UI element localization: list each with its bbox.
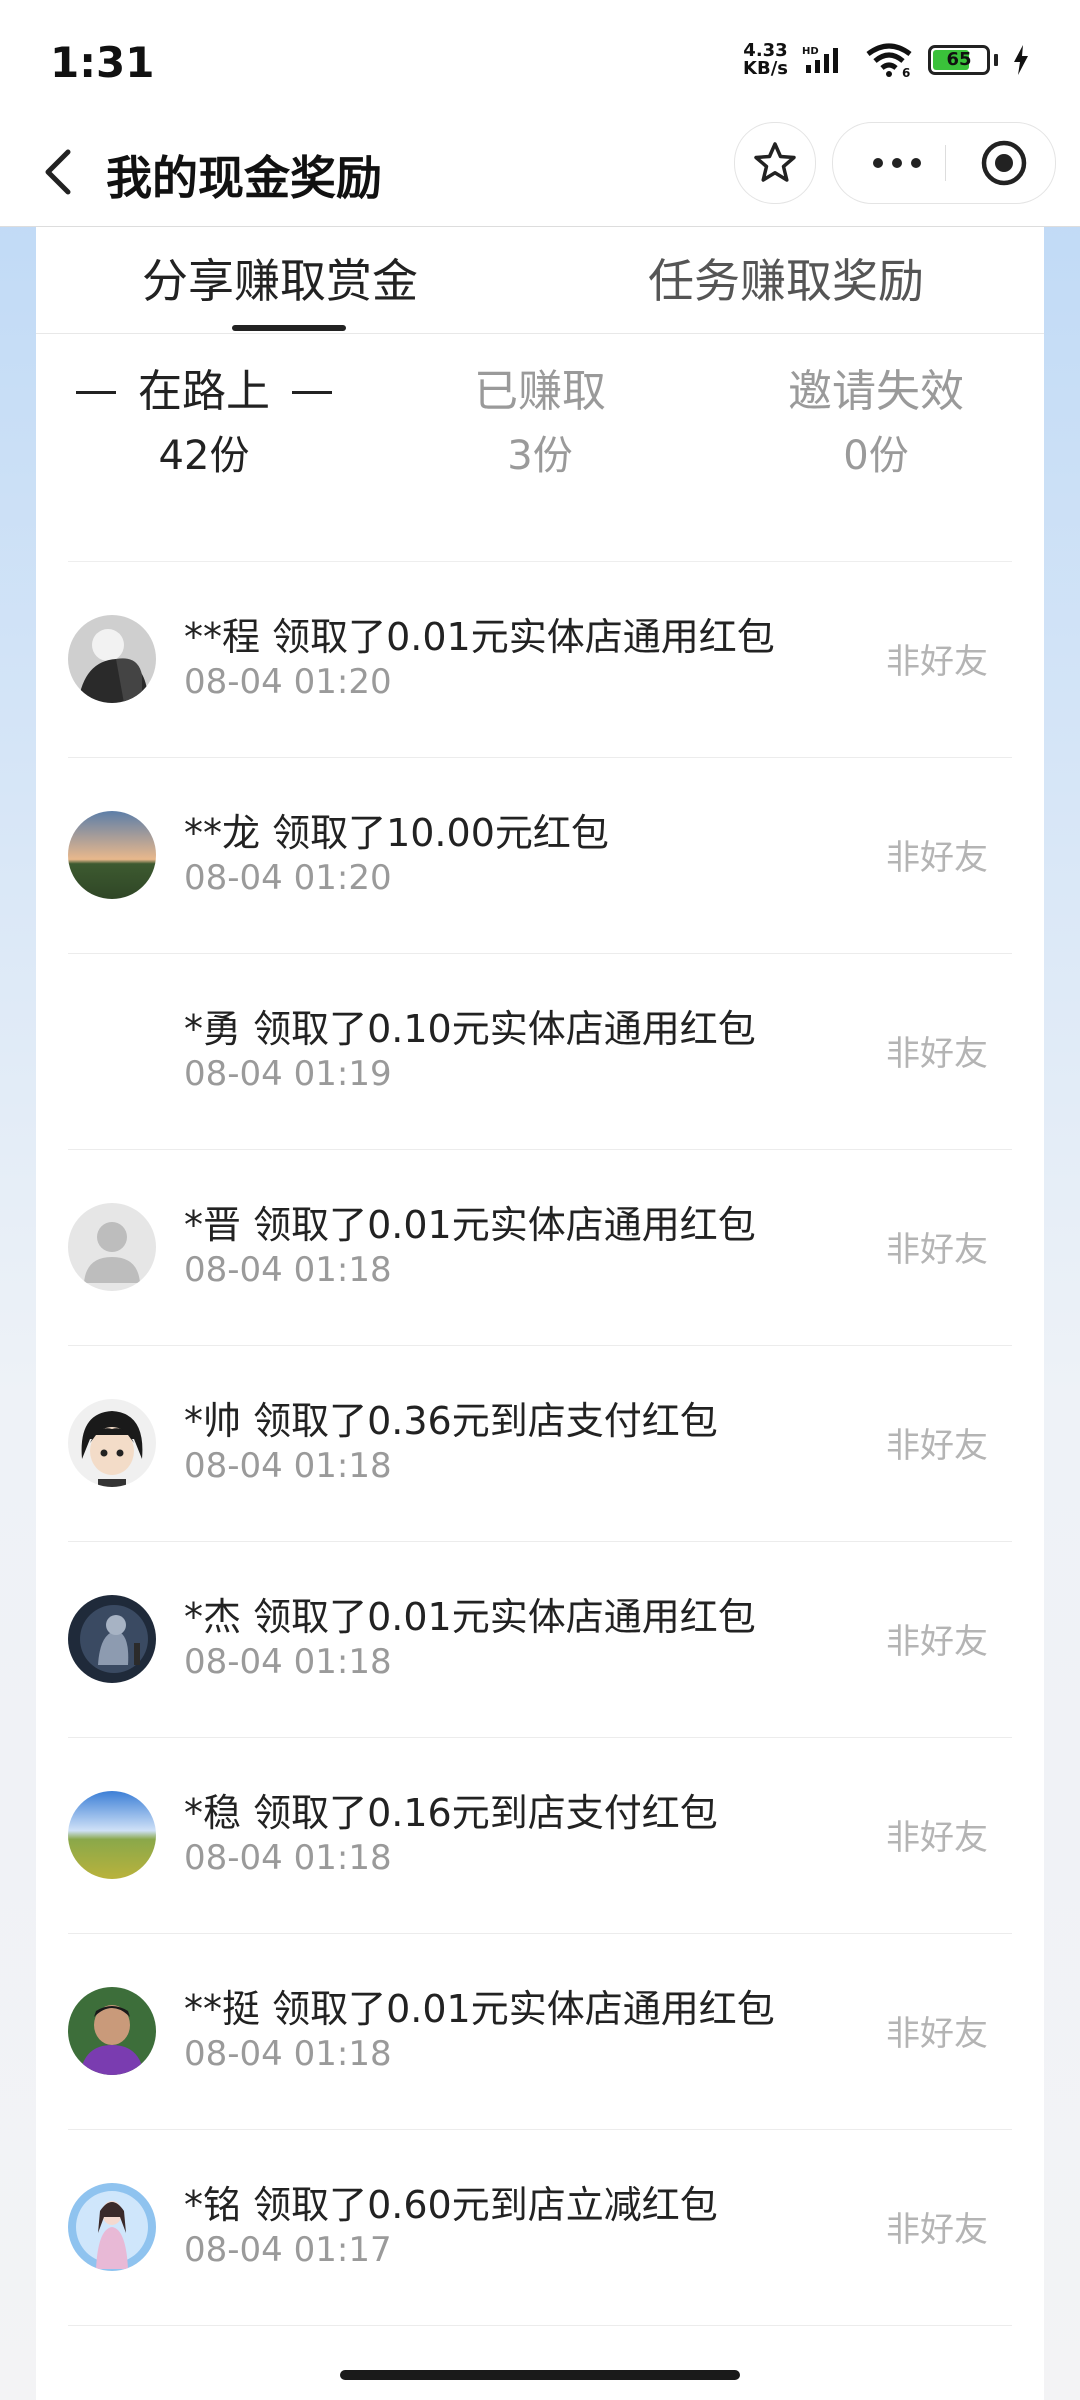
record-time: 08-04 01:19 [184, 1054, 392, 1094]
relation-tag: 非好友 [886, 1622, 988, 1662]
close-target-icon[interactable] [979, 138, 1029, 188]
relation-tag: 非好友 [886, 2014, 988, 2054]
record-title: **挺 领取了0.01元实体店通用红包 [184, 1987, 775, 2031]
more-options-button[interactable] [861, 145, 933, 181]
avatar [68, 1007, 156, 1095]
status-time: 1:31 [50, 38, 155, 87]
tab-task-reward[interactable]: 任务赚取奖励 [648, 245, 924, 311]
more-dot-icon [873, 158, 883, 168]
record-title: *铭 领取了0.60元到店立减红包 [184, 2183, 718, 2227]
wifi-icon: 6 [866, 43, 912, 78]
relation-tag: 非好友 [886, 2210, 988, 2250]
miniprogram-capsule [832, 122, 1056, 204]
avatar [68, 615, 156, 703]
more-dot-icon [911, 158, 921, 168]
record-time: 08-04 01:20 [184, 662, 392, 702]
record-title: *稳 领取了0.16元到店支付红包 [184, 1791, 718, 1835]
relation-tag: 非好友 [886, 1230, 988, 1270]
record-title: *勇 领取了0.10元实体店通用红包 [184, 1007, 756, 1051]
reward-record-list: **程 领取了0.01元实体店通用红包 08-04 01:20 非好友 **龙 … [36, 562, 1044, 2326]
list-item[interactable]: **挺 领取了0.01元实体店通用红包 08-04 01:18 非好友 [68, 1934, 1012, 2130]
nav-bar: 我的现金奖励 [0, 120, 1080, 227]
battery-icon: 65 [928, 45, 990, 75]
record-time: 08-04 01:17 [184, 2230, 392, 2270]
rewards-card: 分享赚取赏金 任务赚取奖励 在路上 42份 已赚取 3份 邀请失效 0份 **程… [36, 227, 1044, 2400]
record-time: 08-04 01:18 [184, 2034, 392, 2074]
record-title: **程 领取了0.01元实体店通用红包 [184, 615, 775, 659]
dash-left [76, 390, 116, 394]
filter-earned[interactable]: 已赚取 3份 [372, 362, 708, 484]
more-dot-icon [892, 158, 902, 168]
list-item[interactable]: *杰 领取了0.01元实体店通用红包 08-04 01:18 非好友 [68, 1542, 1012, 1738]
avatar [68, 1987, 156, 2075]
filter-on-the-way-label: 在路上 [138, 366, 270, 417]
record-title: *晋 领取了0.01元实体店通用红包 [184, 1203, 756, 1247]
record-time: 08-04 01:18 [184, 1446, 392, 1486]
record-time: 08-04 01:20 [184, 858, 392, 898]
favorite-button[interactable] [734, 122, 816, 204]
list-item[interactable]: *帅 领取了0.36元到店支付红包 08-04 01:18 非好友 [68, 1346, 1012, 1542]
tab-share-bounty[interactable]: 分享赚取赏金 [142, 245, 418, 311]
record-time: 08-04 01:18 [184, 1838, 392, 1878]
status-icons: 4.33 KB/s HD 6 65 [743, 40, 1030, 80]
battery-level: 65 [946, 49, 972, 70]
record-title: *帅 领取了0.36元到店支付红包 [184, 1399, 718, 1443]
record-title: **龙 领取了10.00元红包 [184, 811, 609, 855]
filter-earned-count: 3份 [507, 433, 573, 479]
relation-tag: 非好友 [886, 1426, 988, 1466]
list-item[interactable]: **龙 领取了10.00元红包 08-04 01:20 非好友 [68, 758, 1012, 954]
list-item[interactable]: *晋 领取了0.01元实体店通用红包 08-04 01:18 非好友 [68, 1150, 1012, 1346]
record-time: 08-04 01:18 [184, 1642, 392, 1682]
network-speed: 4.33 KB/s [743, 42, 788, 78]
list-item[interactable]: *勇 领取了0.10元实体店通用红包 08-04 01:19 非好友 [68, 954, 1012, 1150]
network-speed-unit: KB/s [743, 58, 788, 79]
star-icon [754, 142, 796, 182]
capsule-divider [945, 145, 946, 181]
hd-label: HD [802, 46, 819, 57]
relation-tag: 非好友 [886, 1818, 988, 1858]
relation-tag: 非好友 [886, 1034, 988, 1074]
avatar [68, 1595, 156, 1683]
avatar [68, 811, 156, 899]
dash-right [292, 390, 332, 394]
avatar [68, 1399, 156, 1487]
avatar [68, 2183, 156, 2271]
record-time: 08-04 01:18 [184, 1250, 392, 1290]
home-indicator[interactable] [340, 2370, 740, 2380]
relation-tag: 非好友 [886, 642, 988, 682]
status-bar: 1:31 4.33 KB/s HD 6 65 [0, 0, 1080, 120]
filter-invite-expired-label: 邀请失效 [788, 366, 964, 417]
battery-cap [994, 54, 998, 66]
list-item[interactable]: *铭 领取了0.60元到店立减红包 08-04 01:17 非好友 [68, 2130, 1012, 2326]
filter-on-the-way[interactable]: 在路上 42份 [36, 362, 372, 484]
filter-on-the-way-count: 42份 [158, 433, 250, 479]
list-item[interactable]: **程 领取了0.01元实体店通用红包 08-04 01:20 非好友 [68, 562, 1012, 758]
avatar [68, 1791, 156, 1879]
status-filter-bar: 在路上 42份 已赚取 3份 邀请失效 0份 [36, 334, 1044, 562]
filter-on-the-way-label-wrap: 在路上 [36, 362, 372, 422]
avatar [68, 1203, 156, 1291]
signal-icon: HD [802, 46, 838, 73]
charging-bolt-icon [1014, 45, 1028, 75]
filter-earned-label: 已赚取 [474, 366, 606, 417]
reward-tabs: 分享赚取赏金 任务赚取奖励 [36, 227, 1044, 334]
list-item[interactable]: *稳 领取了0.16元到店支付红包 08-04 01:18 非好友 [68, 1738, 1012, 1934]
record-title: *杰 领取了0.01元实体店通用红包 [184, 1595, 756, 1639]
active-tab-indicator [232, 325, 346, 331]
relation-tag: 非好友 [886, 838, 988, 878]
page-title: 我的现金奖励 [106, 151, 382, 205]
back-arrow-icon[interactable] [28, 134, 88, 210]
filter-invite-expired[interactable]: 邀请失效 0份 [708, 362, 1044, 484]
wifi-badge: 6 [902, 66, 910, 78]
filter-invite-expired-count: 0份 [843, 433, 909, 479]
